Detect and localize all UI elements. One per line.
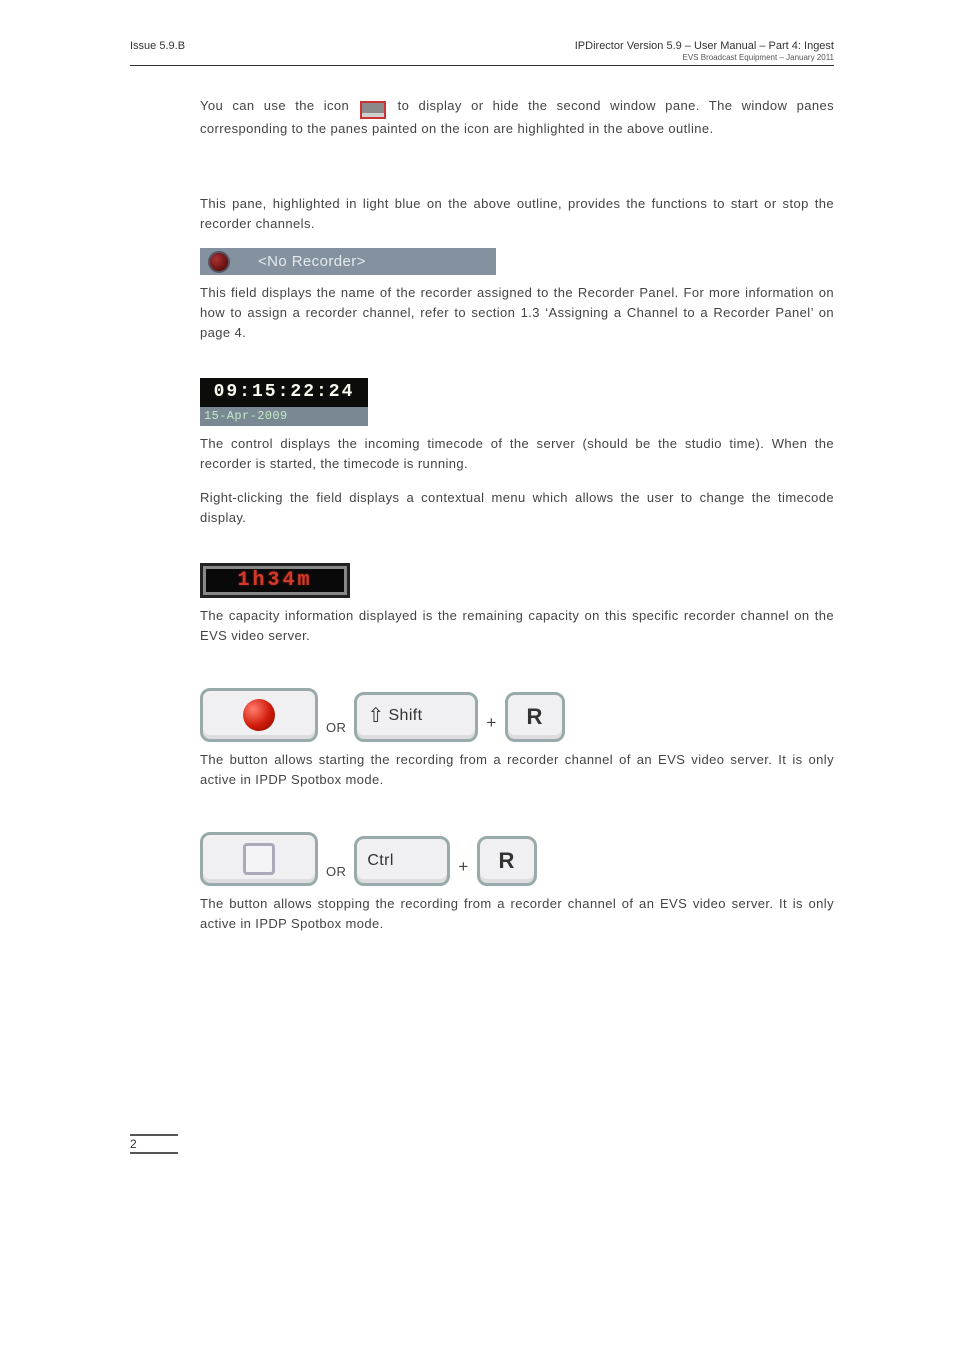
page-number: 2 [130, 1134, 178, 1154]
shift-label: Shift [388, 704, 422, 729]
timecode-desc-2: Right-clicking the field displays a cont… [200, 488, 834, 528]
record-dot-icon [243, 699, 275, 731]
or-label-2: OR [326, 862, 346, 886]
shift-arrow-icon: ⇧ [367, 701, 384, 732]
plus-label-2: + [458, 854, 468, 886]
shift-key: ⇧ Shift [354, 692, 478, 742]
intro-text-b: icon [324, 98, 359, 113]
ctrl-label: Ctrl [367, 849, 393, 874]
timecode-desc-1: The control displays the incoming timeco… [200, 434, 834, 474]
plus-label: + [486, 710, 496, 742]
record-button[interactable] [200, 688, 318, 742]
capacity-display: 1h34m [200, 563, 350, 598]
stop-desc: The button allows stopping the recording… [200, 894, 834, 934]
header-subtitle: EVS Broadcast Equipment – January 2011 [575, 53, 834, 63]
recorder-name-field: <No Recorder> [200, 248, 496, 275]
recorder-name-desc: This field displays the name of the reco… [200, 283, 834, 343]
capacity-value: 1h34m [237, 569, 312, 592]
intro-text-a: You can use the [200, 98, 324, 113]
page-header: Issue 5.9.B IPDirector Version 5.9 – Use… [130, 40, 834, 66]
recorder-name-label: <No Recorder> [258, 250, 366, 273]
timecode-value: 09:15:22:24 [200, 378, 368, 408]
page-footer: 2 [130, 1134, 834, 1154]
record-shortcut-row: OR ⇧ Shift + R [200, 688, 834, 742]
timecode-date: 15-Apr-2009 [200, 407, 368, 426]
header-title: IPDirector Version 5.9 – User Manual – P… [575, 40, 834, 53]
r-key: R [505, 692, 565, 742]
stop-button[interactable] [200, 832, 318, 886]
r-key-2: R [477, 836, 537, 886]
ctrl-key: Ctrl [354, 836, 450, 886]
or-label: OR [326, 718, 346, 742]
layout-toggle-icon [360, 101, 386, 119]
stop-shortcut-row: OR Ctrl + R [200, 832, 834, 886]
record-desc: The button allows starting the recording… [200, 750, 834, 790]
capacity-desc: The capacity information displayed is th… [200, 606, 834, 646]
recorder-pane-desc: This pane, highlighted in light blue on … [200, 194, 834, 234]
timecode-display: 09:15:22:24 15-Apr-2009 [200, 378, 368, 426]
stop-square-icon [243, 843, 275, 875]
record-indicator-icon [208, 251, 230, 273]
header-issue: Issue 5.9.B [130, 40, 185, 63]
intro-paragraph: You can use the icon to display or hide … [200, 96, 834, 140]
